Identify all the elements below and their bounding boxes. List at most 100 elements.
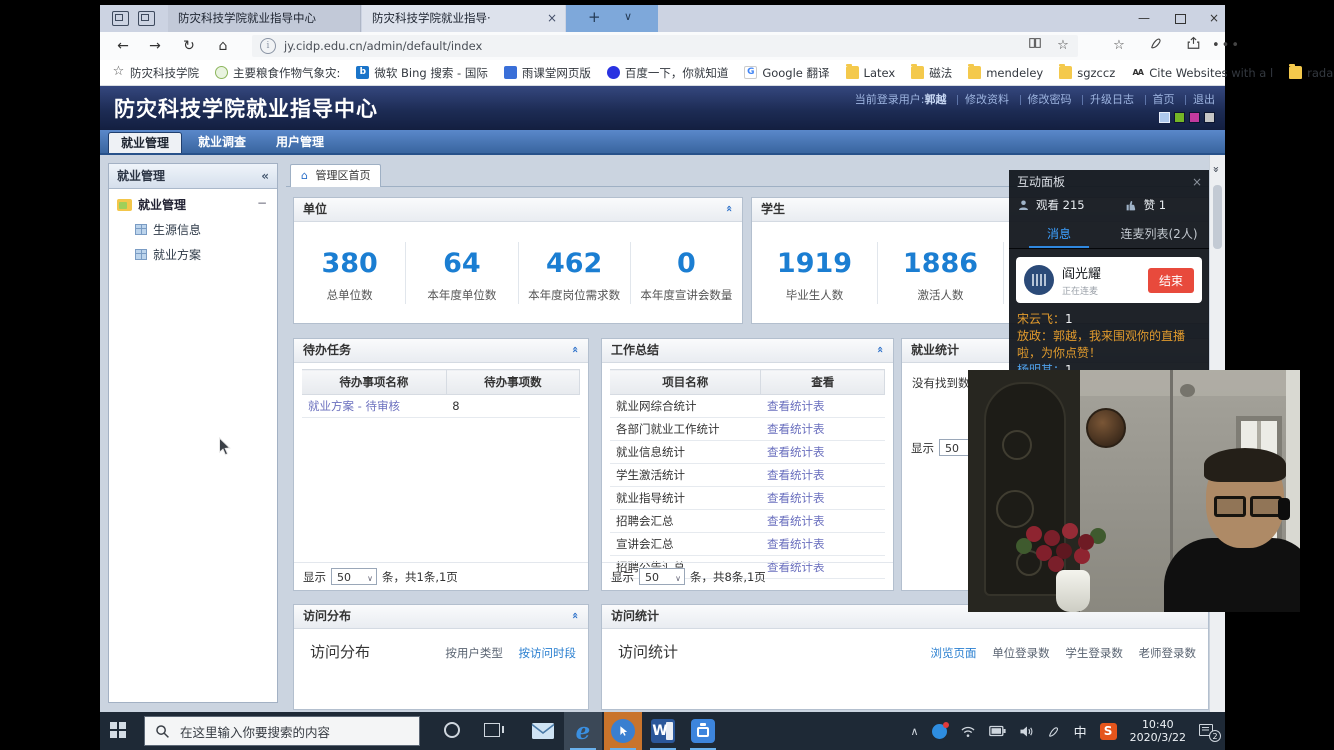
tray-chevron-up-icon[interactable]: ∧ (911, 725, 919, 738)
back-icon[interactable]: ← (112, 36, 134, 56)
taskbar-edge-icon[interactable]: e (564, 712, 602, 750)
collapse-panel-icon[interactable]: « (724, 205, 735, 212)
tray-app-icon[interactable] (932, 724, 947, 739)
battery-icon[interactable] (989, 725, 1006, 737)
favorites-hub-icon[interactable]: ☆ (1108, 36, 1130, 56)
bookmark-item[interactable]: b微软 Bing 搜索 - 国际 (356, 65, 487, 81)
webcam-video-overlay[interactable] (968, 370, 1300, 612)
cortana-icon[interactable] (444, 722, 460, 738)
filter-student-logins[interactable]: 学生登录数 (1065, 646, 1123, 660)
tab-admin-home[interactable]: ⌂ 管理区首页 (290, 164, 381, 187)
collapse-panel-icon[interactable]: « (570, 612, 581, 619)
start-button[interactable] (110, 722, 127, 739)
forward-icon[interactable]: → (144, 36, 166, 56)
edit-profile-link[interactable]: 修改资料 (965, 93, 1009, 106)
reading-view-icon[interactable] (1024, 36, 1046, 56)
tab-messages[interactable]: 消息 (1009, 222, 1109, 248)
view-stats-link[interactable]: 查看统计表 (767, 445, 825, 459)
window-restore-button[interactable] (1164, 5, 1196, 32)
more-options-icon[interactable]: ••• (1212, 36, 1234, 56)
sogou-input-icon[interactable]: S (1100, 723, 1117, 740)
theme-swatch-gray[interactable] (1204, 112, 1215, 123)
filter-by-time-period[interactable]: 按访问时段 (519, 646, 577, 660)
view-stats-link[interactable]: 查看统计表 (767, 468, 825, 482)
taskbar-camera-app-icon[interactable] (684, 712, 722, 750)
set-aside-tabs-icon[interactable] (112, 11, 129, 26)
view-stats-link[interactable]: 查看统计表 (767, 491, 825, 505)
tab-list-chevron-icon[interactable]: ∨ (624, 10, 632, 23)
bookmark-folder[interactable]: Latex (846, 66, 896, 80)
bookmark-folder[interactable]: radar (1289, 66, 1334, 80)
change-password-link[interactable]: 修改密码 (1028, 93, 1072, 106)
new-tab-button[interactable]: + (588, 8, 601, 26)
home-icon[interactable]: ⌂ (212, 36, 234, 56)
view-stats-link[interactable]: 查看统计表 (767, 537, 825, 551)
browser-tab[interactable]: 防灾科技学院就业指导中心 (168, 5, 361, 32)
tab-close-icon[interactable]: × (547, 5, 557, 32)
site-info-icon[interactable]: i (260, 38, 276, 54)
sidebar-item-source-info[interactable]: 生源信息 (109, 217, 277, 242)
show-aside-tabs-icon[interactable] (138, 11, 155, 26)
home-link[interactable]: 首页 (1153, 93, 1175, 106)
annotate-pen-icon[interactable] (1146, 36, 1168, 56)
nav-tab-employment-management[interactable]: 就业管理 (108, 132, 182, 153)
filter-page-views[interactable]: 浏览页面 (931, 646, 977, 660)
bookmark-item[interactable]: 雨课堂网页版 (504, 65, 591, 81)
todo-item-link[interactable]: 就业方案 - 待审核 (308, 399, 400, 413)
end-mic-button[interactable]: 结束 (1148, 268, 1194, 293)
scrollbar-thumb[interactable] (1213, 185, 1222, 249)
notification-center-icon[interactable]: 2 (1199, 723, 1217, 739)
bookmark-folder[interactable]: sgzccz (1059, 66, 1115, 80)
collapse-panel-icon[interactable]: « (570, 346, 581, 353)
task-view-icon[interactable] (484, 723, 500, 737)
taskbar-clock[interactable]: 10:40 2020/3/22 (1130, 718, 1186, 744)
bookmark-item[interactable]: ☆防灾科技学院 (112, 65, 199, 81)
browser-tab-active[interactable]: 防灾科技学院就业指导· × (362, 5, 565, 32)
view-stats-link[interactable]: 查看统计表 (767, 399, 825, 413)
window-close-button[interactable]: × (1198, 5, 1230, 32)
view-stats-link[interactable]: 查看统计表 (767, 514, 825, 528)
nav-tab-user-management[interactable]: 用户管理 (264, 132, 336, 153)
nav-tab-employment-survey[interactable]: 就业调查 (186, 132, 258, 153)
theme-swatch-green[interactable] (1174, 112, 1185, 123)
taskbar-search-input[interactable]: 在这里输入你要搜索的内容 (144, 716, 420, 746)
tab-mic-list[interactable]: 连麦列表(2人) (1109, 222, 1209, 248)
filter-by-user-type[interactable]: 按用户类型 (445, 646, 503, 660)
panel-unit: 单位 « 380 总单位数 64 本年度单位数 462 本年度岗位需求数 0 本… (293, 197, 743, 324)
taskbar-pointer-app-icon[interactable] (604, 712, 642, 750)
tree-root-employment[interactable]: 就业管理 − (109, 189, 277, 217)
window-minimize-button[interactable]: — (1128, 5, 1160, 32)
url-field[interactable]: i jy.cidp.edu.cn/admin/default/index ☆ (252, 35, 1078, 57)
view-stats-link[interactable]: 查看统计表 (767, 422, 825, 436)
close-icon[interactable]: × (1192, 170, 1202, 194)
share-icon[interactable] (1182, 36, 1204, 56)
page-size-select[interactable]: 50∨ (639, 568, 685, 585)
collapse-sidebar-icon[interactable]: « (261, 164, 269, 188)
add-favorite-star-icon[interactable]: ☆ (1052, 36, 1074, 56)
filter-unit-logins[interactable]: 单位登录数 (992, 646, 1050, 660)
refresh-icon[interactable]: ↻ (178, 36, 200, 56)
bookmark-item[interactable]: 百度一下，你就知道 (607, 65, 729, 81)
theme-swatch-blue[interactable] (1159, 112, 1170, 123)
logout-link[interactable]: 退出 (1193, 93, 1215, 106)
bookmark-folder[interactable]: 磁法 (911, 65, 952, 81)
bookmark-folder[interactable]: mendeley (968, 66, 1043, 80)
collapse-panel-icon[interactable]: « (875, 346, 886, 353)
bookmark-item[interactable]: GGoogle 翻译 (744, 65, 829, 81)
filter-teacher-logins[interactable]: 老师登录数 (1139, 646, 1197, 660)
taskbar-word-icon[interactable]: W (644, 712, 682, 750)
bookmark-item[interactable]: AACite Websites with a l (1131, 66, 1273, 80)
taskbar-mail-icon[interactable] (524, 712, 562, 750)
bookmark-item[interactable]: 主要粮食作物气象灾: (215, 65, 340, 81)
upgrade-log-link[interactable]: 升级日志 (1090, 93, 1134, 106)
wifi-icon[interactable] (960, 725, 976, 738)
ime-indicator[interactable]: 中 (1074, 722, 1087, 741)
pen-icon[interactable] (1047, 724, 1061, 738)
speaker-icon[interactable] (1019, 725, 1034, 738)
page-size-select[interactable]: 50∨ (331, 568, 377, 585)
clock-time: 10:40 (1130, 718, 1186, 731)
theme-swatch-magenta[interactable] (1189, 112, 1200, 123)
sidebar-item-employment-plan[interactable]: 就业方案 (109, 242, 277, 267)
double-chevron-down-icon[interactable]: « (1209, 166, 1222, 173)
tree-collapse-minus-icon[interactable]: − (257, 196, 267, 210)
